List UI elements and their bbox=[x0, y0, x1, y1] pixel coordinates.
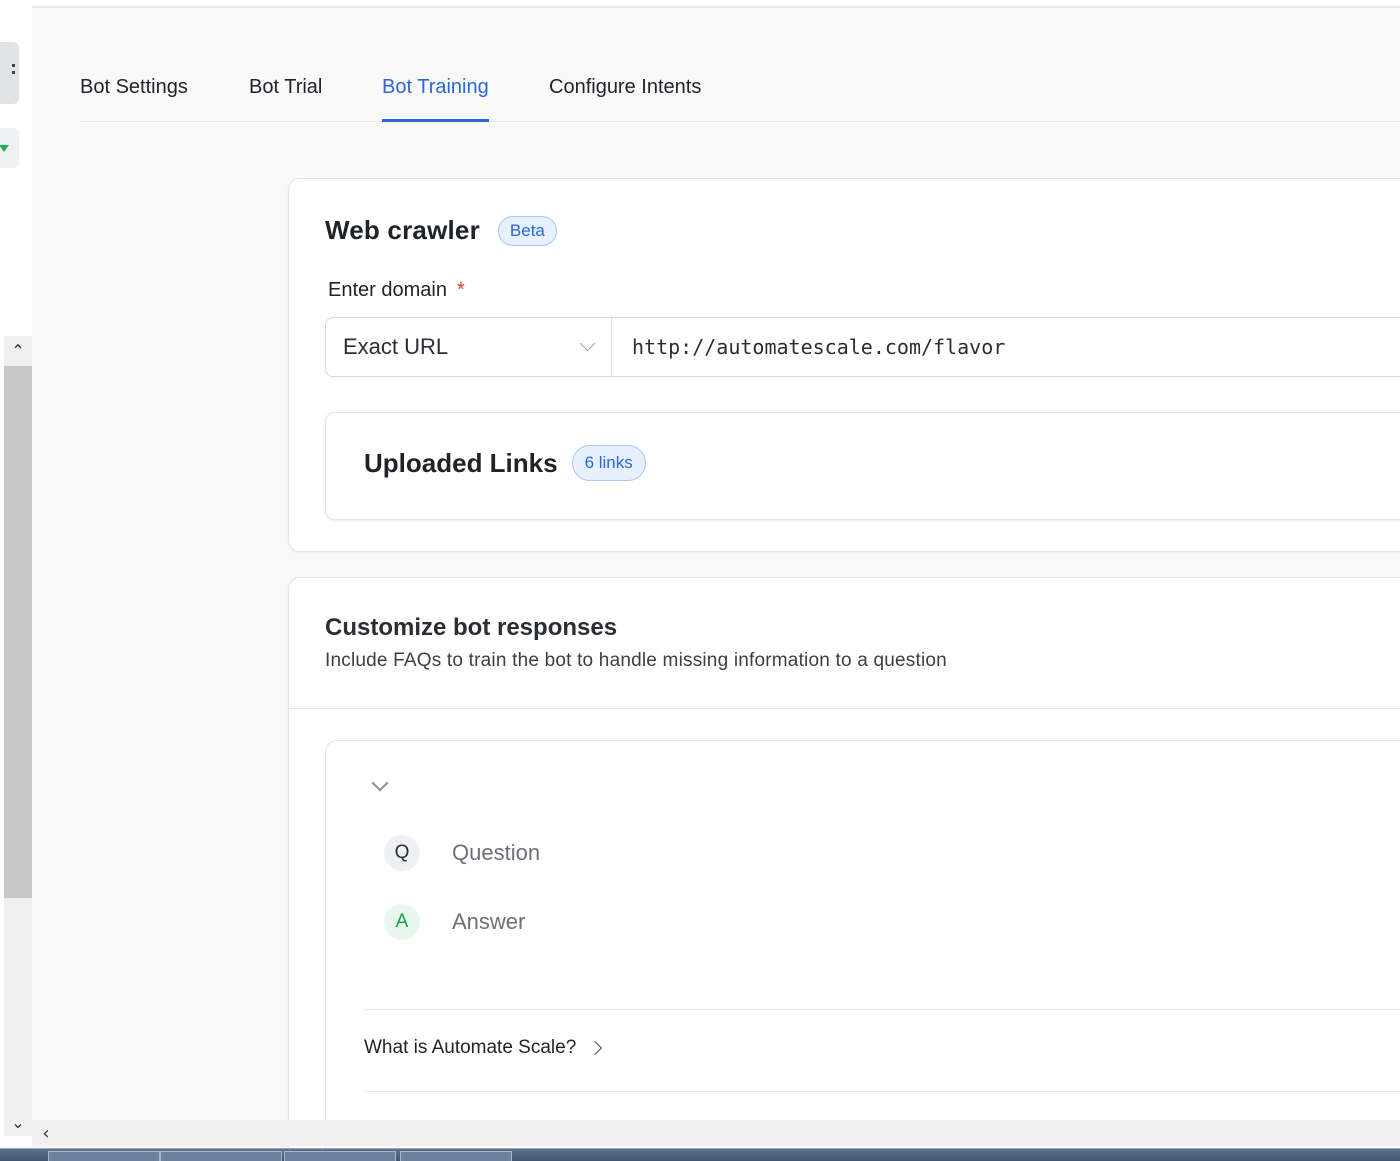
question-badge: Q bbox=[384, 835, 420, 871]
tab-bot-training[interactable]: Bot Training bbox=[382, 76, 489, 122]
web-crawler-header: Web crawler Beta bbox=[325, 215, 557, 246]
uploaded-links-header: Uploaded Links 6 links bbox=[364, 445, 646, 481]
os-taskbar bbox=[0, 1148, 1400, 1161]
faq-item-text: What is Automate Scale? bbox=[364, 1037, 577, 1058]
answer-row: A bbox=[384, 904, 1052, 940]
faq-divider bbox=[364, 1091, 1400, 1092]
faq-editor: Q A What is Automate Scale? bbox=[325, 740, 1400, 1161]
domain-url-input[interactable] bbox=[612, 318, 1400, 376]
green-arrow-icon bbox=[0, 145, 9, 152]
tab-bar: Bot Settings Bot Trial Bot Training Conf… bbox=[80, 60, 1400, 122]
customize-responses-card: Customize bot responses Include FAQs to … bbox=[288, 577, 1400, 1161]
taskbar-button[interactable] bbox=[160, 1151, 282, 1161]
chevron-down-icon[interactable] bbox=[371, 774, 389, 792]
customize-title: Customize bot responses bbox=[325, 614, 618, 641]
beta-badge: Beta bbox=[497, 215, 557, 246]
match-type-value: Exact URL bbox=[343, 334, 449, 359]
required-marker: * bbox=[456, 279, 465, 301]
domain-input-group: Exact URL bbox=[325, 317, 1400, 377]
domain-label-text: Enter domain bbox=[328, 279, 447, 301]
faq-divider bbox=[364, 1009, 1400, 1010]
question-row: Q bbox=[384, 835, 1052, 871]
web-crawler-title: Web crawler bbox=[325, 215, 480, 245]
taskbar-button[interactable] bbox=[284, 1151, 396, 1161]
faq-item[interactable]: What is Automate Scale? bbox=[364, 1037, 603, 1059]
taskbar-button[interactable] bbox=[48, 1151, 160, 1161]
chevron-down-icon bbox=[579, 335, 596, 352]
vertical-scrollbar[interactable]: ⌃ ⌄ bbox=[4, 336, 32, 1136]
chevron-right-icon bbox=[588, 1040, 603, 1056]
answer-input[interactable] bbox=[452, 909, 1052, 935]
sidebar-status-tab[interactable] bbox=[0, 128, 19, 168]
sidebar-collapse-handle[interactable] bbox=[0, 42, 19, 104]
question-input[interactable] bbox=[452, 840, 1052, 866]
scroll-left-icon[interactable]: ‹ bbox=[36, 1122, 56, 1144]
tab-bot-settings[interactable]: Bot Settings bbox=[80, 76, 188, 122]
web-crawler-card: Web crawler Beta Enter domain * Exact URL… bbox=[288, 178, 1400, 552]
section-divider bbox=[289, 708, 1400, 709]
customize-subtitle: Include FAQs to train the bot to handle … bbox=[325, 650, 947, 671]
scroll-up-icon[interactable]: ⌃ bbox=[4, 336, 32, 364]
uploaded-links-title: Uploaded Links bbox=[364, 447, 558, 478]
domain-label: Enter domain * bbox=[328, 279, 465, 302]
taskbar-button[interactable] bbox=[400, 1151, 512, 1161]
top-bar bbox=[32, 0, 1400, 8]
drag-dots-icon bbox=[12, 64, 15, 67]
links-count-badge: 6 links bbox=[571, 445, 646, 481]
scroll-down-icon[interactable]: ⌄ bbox=[4, 1108, 32, 1136]
horizontal-scrollbar[interactable]: ‹ bbox=[32, 1120, 1400, 1146]
answer-badge: A bbox=[384, 904, 420, 940]
match-type-select[interactable]: Exact URL bbox=[326, 318, 612, 376]
scrollbar-thumb[interactable] bbox=[4, 366, 32, 898]
tab-configure-intents[interactable]: Configure Intents bbox=[549, 76, 701, 122]
uploaded-links-panel[interactable]: Uploaded Links 6 links bbox=[325, 412, 1400, 520]
tab-bot-trial[interactable]: Bot Trial bbox=[249, 76, 322, 122]
